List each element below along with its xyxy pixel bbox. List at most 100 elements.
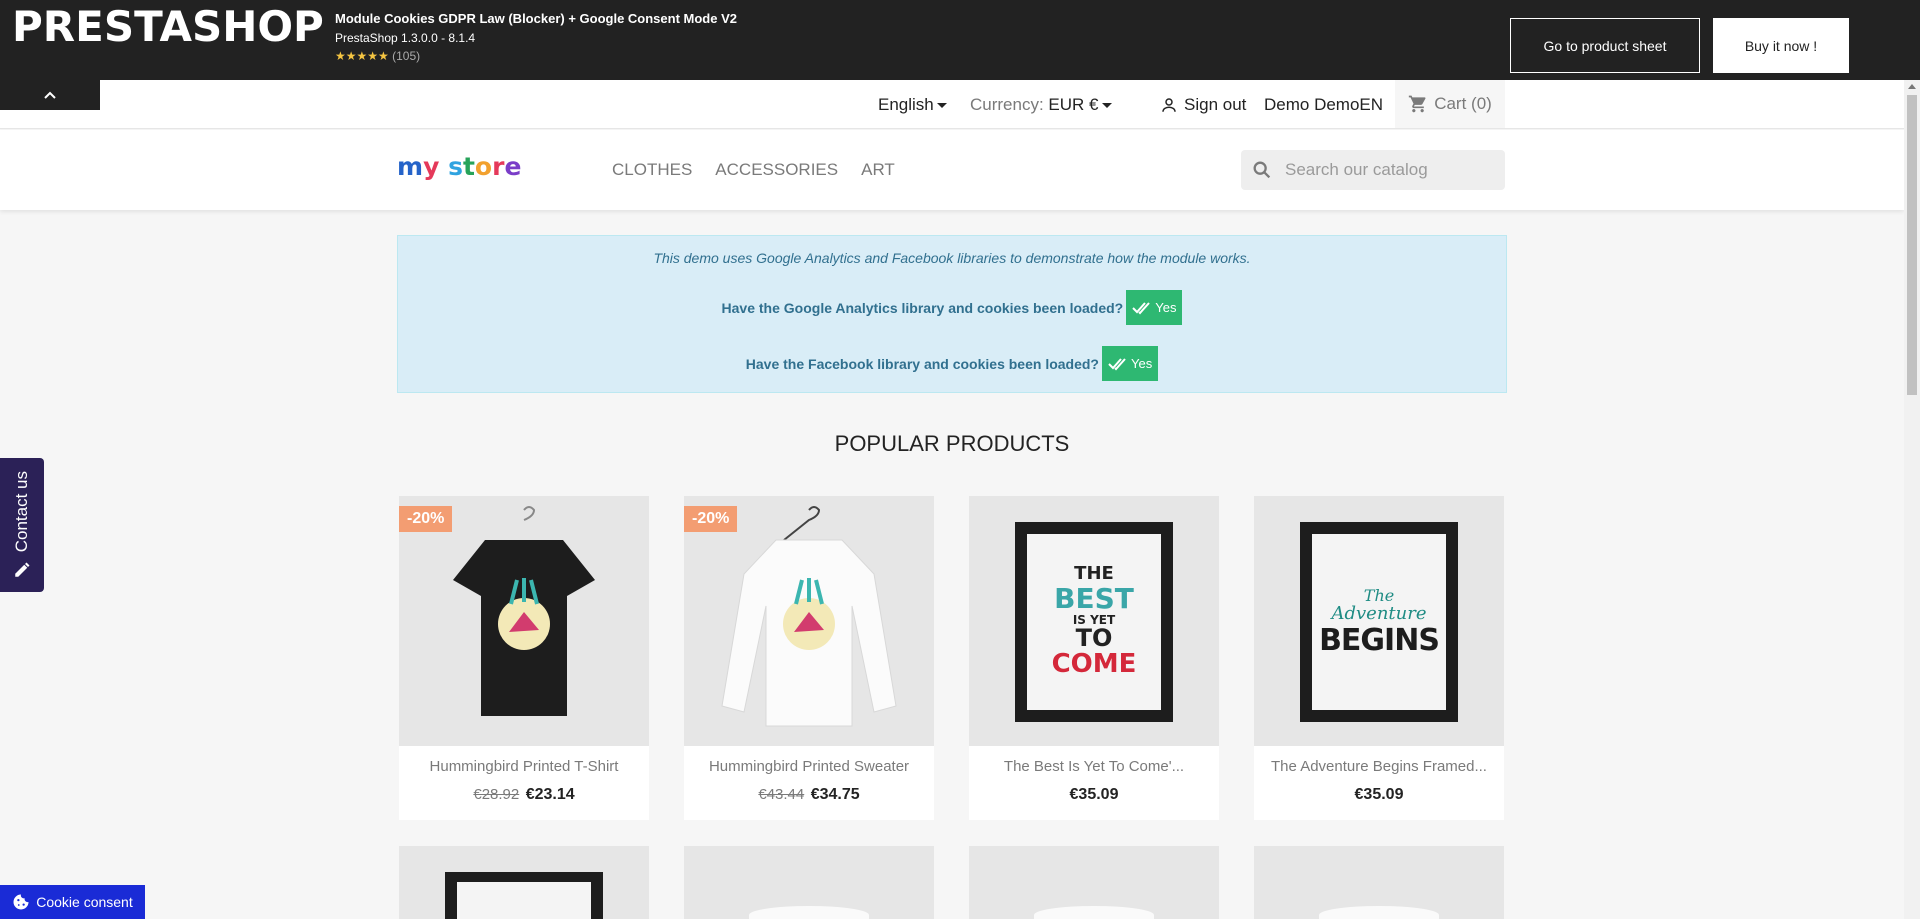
current-price: €35.09 xyxy=(1354,786,1404,803)
currency-value: EUR € xyxy=(1048,95,1099,114)
product-card[interactable]: -20% Hummingbird Printed Sweater €43.44 … xyxy=(684,496,934,820)
discount-badge: -20% xyxy=(684,506,738,532)
product-image[interactable]: THE BEST IS YET TO COME xyxy=(969,496,1219,746)
product-name[interactable]: Hummingbird Printed T-Shirt xyxy=(399,758,649,775)
currency-selector[interactable]: Currency: EUR € xyxy=(970,95,1112,115)
yes-badge: Yes xyxy=(1126,290,1183,325)
product-image[interactable]: The Adventure BEGINS xyxy=(1254,496,1504,746)
tshirt-image xyxy=(453,506,595,716)
section-title: POPULAR PRODUCTS xyxy=(834,431,1070,456)
facebook-question: Have the Facebook library and cookies be… xyxy=(745,355,1099,372)
menu-item-accessories[interactable]: ACCESSORIES xyxy=(715,160,838,180)
scrollbar-thumb[interactable] xyxy=(1907,95,1917,395)
cart-icon xyxy=(1409,95,1426,113)
product-image[interactable] xyxy=(684,846,934,919)
current-price: €35.09 xyxy=(1069,786,1119,803)
pencil-icon xyxy=(15,562,30,577)
poster-best-yet-to-come: THE BEST IS YET TO COME xyxy=(1027,534,1161,710)
language-selector[interactable]: English xyxy=(878,95,947,115)
product-price: €28.92 €23.14 xyxy=(399,786,649,804)
buy-now-button[interactable]: Buy it now ! xyxy=(1713,18,1849,73)
search-box xyxy=(1241,150,1505,190)
contact-us-label: Contact us xyxy=(12,471,31,553)
product-name[interactable]: The Best Is Yet To Come'... xyxy=(969,758,1219,775)
product-image[interactable] xyxy=(399,846,649,919)
contact-us-tab[interactable]: Contact us xyxy=(0,458,44,592)
account-link[interactable]: Demo DemoEN xyxy=(1264,95,1383,115)
menu-item-clothes[interactable]: CLOTHES xyxy=(612,160,692,180)
product-card[interactable]: THE BEST IS YET TO COME The Best Is Yet … xyxy=(969,496,1219,820)
page-scrollbar[interactable] xyxy=(1904,80,1920,919)
module-versions: PrestaShop 1.3.0.0 - 8.1.4 xyxy=(335,31,476,45)
promo-banner: PRESTASHOP Module Cookies GDPR Law (Bloc… xyxy=(0,0,1920,80)
caret-down-icon xyxy=(936,103,947,109)
yes-badge: Yes xyxy=(1102,346,1159,381)
store-logo[interactable]: my store xyxy=(397,152,521,181)
product-name[interactable]: Hummingbird Printed Sweater xyxy=(684,758,934,775)
product-price: €35.09 xyxy=(1254,786,1504,804)
current-price: €23.14 xyxy=(525,786,575,803)
go-to-product-sheet-button[interactable]: Go to product sheet xyxy=(1510,18,1700,73)
google-question: Have the Google Analytics library and co… xyxy=(721,299,1124,316)
module-title: Module Cookies GDPR Law (Blocker) + Goog… xyxy=(335,11,737,26)
mug-image xyxy=(749,906,869,919)
product-card[interactable]: The Adventure BEGINS The Adventure Begin… xyxy=(1254,496,1504,820)
cookie-consent-button[interactable]: Cookie consent xyxy=(0,885,145,919)
mug-image xyxy=(1034,906,1154,919)
site-header: my store CLOTHES ACCESSORIES ART xyxy=(0,130,1904,210)
module-info: Module Cookies GDPR Law (Blocker) + Goog… xyxy=(335,11,737,63)
poster-frame: The Adventure BEGINS xyxy=(1300,522,1458,722)
product-name[interactable]: The Adventure Begins Framed... xyxy=(1254,758,1504,775)
top-nav: English Currency: EUR € Sign out Demo De… xyxy=(0,80,1904,129)
cookie-consent-label: Cookie consent xyxy=(36,894,133,910)
old-price: €28.92 xyxy=(473,786,520,803)
product-card[interactable]: -20% Hummingbird Printed T-Shirt €28.92 … xyxy=(399,496,649,820)
currency-label: Currency: xyxy=(970,95,1044,114)
prestashop-logo: PRESTASHOP xyxy=(12,2,324,51)
chevron-up-icon xyxy=(44,91,56,99)
poster-adventure-begins: The Adventure BEGINS xyxy=(1312,534,1446,710)
product-card[interactable] xyxy=(399,846,649,919)
mug-image xyxy=(1319,906,1439,919)
cookie-icon xyxy=(13,894,29,910)
product-image[interactable] xyxy=(1254,846,1504,919)
product-image[interactable] xyxy=(969,846,1219,919)
discount-badge: -20% xyxy=(399,506,453,532)
cart-button[interactable]: Cart (0) xyxy=(1395,80,1505,128)
caret-down-icon xyxy=(1101,103,1112,109)
product-image[interactable] xyxy=(399,496,649,746)
sign-out-link[interactable]: Sign out xyxy=(1160,95,1246,115)
product-card[interactable] xyxy=(969,846,1219,919)
main-menu: CLOTHES ACCESSORIES ART xyxy=(612,160,895,180)
poster-frame: THE BEST IS YET TO COME xyxy=(1015,522,1173,722)
double-check-icon xyxy=(1132,301,1150,314)
product-price: €35.09 xyxy=(969,786,1219,804)
collapse-banner-button[interactable] xyxy=(0,80,100,110)
language-label: English xyxy=(878,95,934,114)
review-count: (105) xyxy=(392,49,421,63)
notice-intro: This demo uses Google Analytics and Face… xyxy=(653,250,1251,266)
product-card[interactable] xyxy=(684,846,934,919)
notice-row-facebook: Have the Facebook library and cookies be… xyxy=(398,346,1506,381)
module-rating: ★★★★★ (105) xyxy=(335,49,737,63)
double-check-icon xyxy=(1108,357,1126,370)
poster-frame xyxy=(445,872,603,919)
product-price: €43.44 €34.75 xyxy=(684,786,934,804)
cart-label: Cart (0) xyxy=(1434,94,1492,113)
yes-label: Yes xyxy=(1131,356,1153,371)
yes-label: Yes xyxy=(1155,300,1177,315)
analytics-notice: This demo uses Google Analytics and Face… xyxy=(397,235,1507,393)
menu-item-art[interactable]: ART xyxy=(861,160,895,180)
scroll-up-arrow-icon[interactable] xyxy=(1908,84,1916,89)
product-card[interactable] xyxy=(1254,846,1504,919)
user-icon xyxy=(1162,98,1176,112)
rating-stars-icon: ★★★★★ xyxy=(335,49,389,63)
search-input[interactable] xyxy=(1285,160,1485,180)
sweater-image xyxy=(721,506,897,727)
current-price: €34.75 xyxy=(810,786,860,803)
product-image[interactable] xyxy=(684,496,934,746)
notice-row-google: Have the Google Analytics library and co… xyxy=(398,290,1506,325)
sign-out-label: Sign out xyxy=(1184,95,1247,114)
search-icon xyxy=(1253,161,1271,179)
old-price: €43.44 xyxy=(758,786,805,803)
